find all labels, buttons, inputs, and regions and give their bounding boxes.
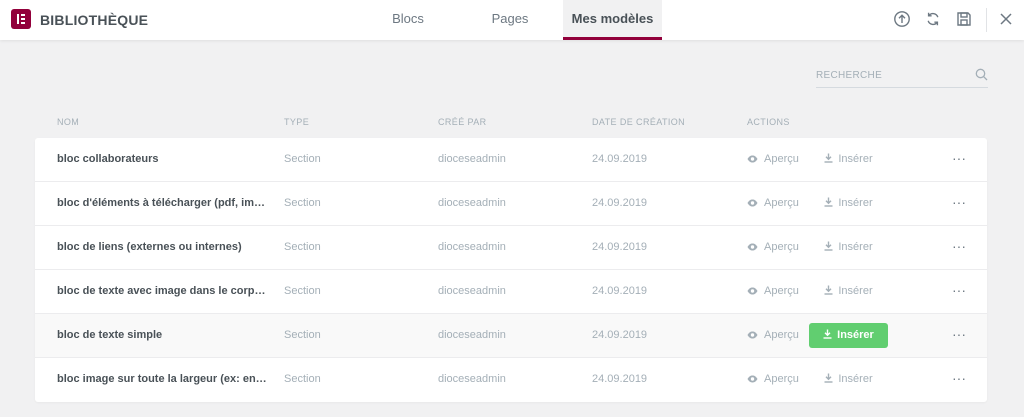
eye-icon xyxy=(747,329,764,341)
template-type: Section xyxy=(284,329,321,341)
preview-button[interactable]: Aperçu xyxy=(747,373,799,385)
table-header: NOM TYPE CRÉÉ PAR DATE DE CRÉATION ACTIO… xyxy=(35,112,987,132)
save-icon[interactable] xyxy=(954,9,974,29)
more-options-button[interactable]: ··· xyxy=(951,282,967,300)
table-row[interactable]: bloc collaborateurs Section dioceseadmin 24… xyxy=(35,138,987,182)
preview-label: Aperçu xyxy=(764,197,799,209)
tab-mes-modeles[interactable]: Mes modèles xyxy=(563,0,662,40)
more-options-button[interactable]: ··· xyxy=(951,238,967,256)
table-row[interactable]: bloc d'éléments à télécharger (pdf, imag… xyxy=(35,182,987,226)
insert-button[interactable]: Insérer xyxy=(809,323,888,348)
insert-button[interactable]: Insérer xyxy=(809,367,888,392)
column-header-date: DATE DE CRÉATION xyxy=(592,117,686,127)
template-author: dioceseadmin xyxy=(438,285,506,297)
download-icon xyxy=(824,153,838,165)
search-field xyxy=(816,64,988,88)
template-author: dioceseadmin xyxy=(438,241,506,253)
column-header-type: TYPE xyxy=(284,117,310,127)
search-icon[interactable] xyxy=(975,68,988,86)
table-row[interactable]: bloc de liens (externes ou internes) Sect… xyxy=(35,226,987,270)
preview-label: Aperçu xyxy=(764,373,799,385)
download-icon xyxy=(824,241,838,253)
insert-button[interactable]: Insérer xyxy=(809,235,888,260)
preview-label: Aperçu xyxy=(764,285,799,297)
column-header-author: CRÉÉ PAR xyxy=(438,117,487,127)
tab-pages[interactable]: Pages xyxy=(470,0,550,40)
template-date: 24.09.2019 xyxy=(592,241,648,253)
template-name: bloc de texte simple xyxy=(57,329,163,341)
template-date: 24.09.2019 xyxy=(592,285,648,297)
header-divider xyxy=(986,8,987,32)
insert-button[interactable]: Insérer xyxy=(809,147,888,172)
template-date: 24.09.2019 xyxy=(592,329,648,341)
template-name: bloc de liens (externes ou internes) xyxy=(57,241,242,253)
preview-label: Aperçu xyxy=(764,153,799,165)
library-header: BIBLIOTHÈQUE Blocs Pages Mes modèles xyxy=(0,0,1024,40)
template-type: Section xyxy=(284,153,321,165)
elementor-logo-icon xyxy=(11,9,31,29)
table-row[interactable]: bloc de texte avec image dans le corps d… xyxy=(35,270,987,314)
column-header-name: NOM xyxy=(57,117,80,127)
template-author: dioceseadmin xyxy=(438,373,506,385)
template-author: dioceseadmin xyxy=(438,329,506,341)
template-date: 24.09.2019 xyxy=(592,197,648,209)
table-row[interactable]: bloc image sur toute la largeur (ex: en-… xyxy=(35,358,987,402)
template-type: Section xyxy=(284,285,321,297)
app-title: BIBLIOTHÈQUE xyxy=(40,12,149,28)
template-name: bloc de texte avec image dans le corps d… xyxy=(57,285,267,297)
download-icon xyxy=(824,285,838,297)
preview-button[interactable]: Aperçu xyxy=(747,285,799,297)
insert-label: Insérer xyxy=(838,373,873,385)
preview-button[interactable]: Aperçu xyxy=(747,197,799,209)
table-row[interactable]: bloc de texte simple Section dioceseadmin 2… xyxy=(35,314,987,358)
eye-icon xyxy=(747,197,764,209)
templates-table: bloc collaborateurs Section dioceseadmin 24… xyxy=(35,138,987,402)
preview-label: Aperçu xyxy=(764,241,799,253)
download-icon xyxy=(824,373,838,385)
eye-icon xyxy=(747,285,764,297)
insert-label: Insérer xyxy=(838,153,873,165)
template-author: dioceseadmin xyxy=(438,153,506,165)
preview-label: Aperçu xyxy=(764,329,799,341)
preview-button[interactable]: Aperçu xyxy=(747,153,799,165)
eye-icon xyxy=(747,153,764,165)
template-name: bloc collaborateurs xyxy=(57,153,159,165)
search-input[interactable] xyxy=(816,64,966,86)
more-options-button[interactable]: ··· xyxy=(951,150,967,168)
more-options-button[interactable]: ··· xyxy=(951,326,967,344)
template-date: 24.09.2019 xyxy=(592,153,648,165)
template-date: 24.09.2019 xyxy=(592,373,648,385)
template-name: bloc d'éléments à télécharger (pdf, imag… xyxy=(57,197,267,209)
column-header-actions: ACTIONS xyxy=(747,117,790,127)
close-icon[interactable] xyxy=(996,9,1016,29)
insert-label: Insérer xyxy=(838,285,873,297)
upload-icon[interactable] xyxy=(892,9,912,29)
template-type: Section xyxy=(284,241,321,253)
preview-button[interactable]: Aperçu xyxy=(747,241,799,253)
preview-button[interactable]: Aperçu xyxy=(747,329,799,341)
insert-button[interactable]: Insérer xyxy=(809,191,888,216)
download-icon xyxy=(824,197,838,209)
insert-label: Insérer xyxy=(838,197,873,209)
insert-button[interactable]: Insérer xyxy=(809,279,888,304)
insert-label: Insérer xyxy=(838,241,873,253)
template-type: Section xyxy=(284,197,321,209)
template-type: Section xyxy=(284,373,321,385)
tab-blocs[interactable]: Blocs xyxy=(368,0,448,40)
template-name: bloc image sur toute la largeur (ex: en-… xyxy=(57,373,267,385)
more-options-button[interactable]: ··· xyxy=(951,194,967,212)
sync-icon[interactable] xyxy=(923,9,943,29)
template-author: dioceseadmin xyxy=(438,197,506,209)
eye-icon xyxy=(747,373,764,385)
insert-label: Insérer xyxy=(837,329,874,341)
more-options-button[interactable]: ··· xyxy=(951,370,967,388)
eye-icon xyxy=(747,241,764,253)
download-icon xyxy=(823,329,837,341)
